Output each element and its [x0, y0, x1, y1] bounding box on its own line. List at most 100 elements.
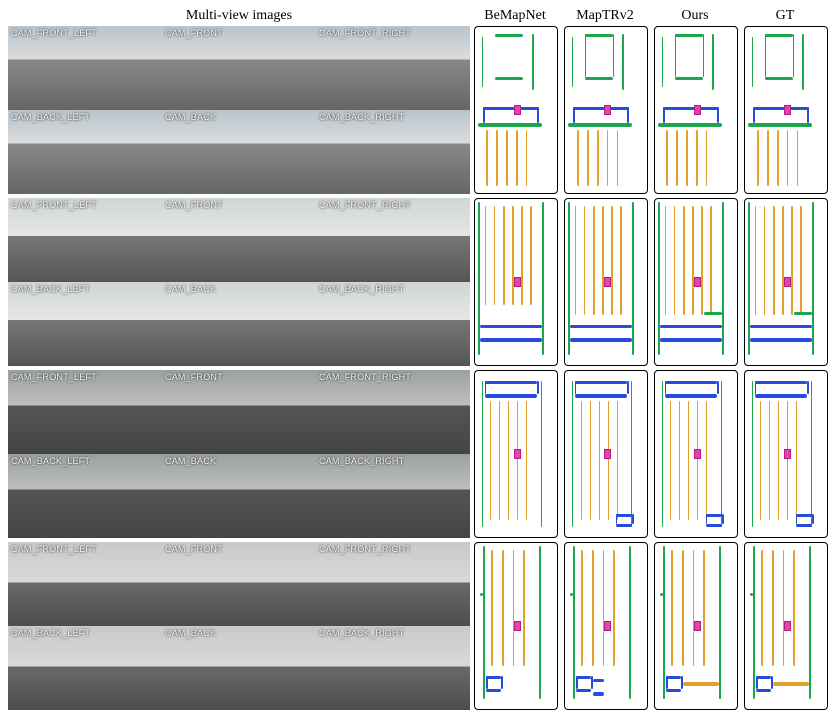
boundary-line: [793, 34, 795, 77]
lane-divider-line: [496, 130, 498, 186]
boundary-line: [809, 546, 811, 699]
ped-crossing-line: [486, 676, 488, 689]
boundary-line: [765, 34, 793, 37]
camera-image-placeholder: [162, 110, 316, 194]
lane-divider-line: [797, 130, 799, 186]
bev-map-ours: [654, 198, 738, 366]
lane-divider-line: [692, 206, 694, 316]
boundary-line: [765, 34, 767, 77]
boundary-line: [532, 34, 534, 90]
lane-divider-line: [666, 130, 668, 186]
map-col-maptrv2: [560, 26, 650, 194]
camera-image-bl: CAM_BACK_LEFT: [8, 282, 162, 366]
lane-divider-line: [577, 130, 579, 186]
lane-divider-line: [769, 401, 771, 521]
ego-vehicle-icon: [784, 449, 791, 459]
ped-crossing-line: [537, 107, 539, 124]
lane-divider-line: [787, 401, 789, 521]
boundary-line: [585, 34, 587, 77]
bev-map-bemapnet: [474, 542, 558, 710]
lane-divider-line: [613, 550, 615, 666]
lane-divider-line: [526, 130, 528, 186]
ped-crossing-line: [593, 692, 604, 695]
lane-divider-line: [611, 206, 613, 316]
lane-divider-line: [597, 130, 599, 186]
lane-divider-line: [760, 401, 762, 521]
lane-divider-line: [679, 401, 681, 521]
ped-crossing-line: [573, 107, 629, 110]
lane-divider-line: [787, 130, 789, 186]
ped-crossing-line: [663, 107, 665, 124]
camera-image-br: CAM_BACK_RIGHT: [316, 110, 470, 194]
ego-vehicle-icon: [784, 277, 791, 287]
ped-crossing-line: [570, 325, 632, 328]
ped-crossing-line: [575, 381, 627, 384]
camera-image-placeholder: [8, 198, 162, 282]
camera-image-br: CAM_BACK_RIGHT: [316, 282, 470, 366]
camera-image-placeholder: [316, 198, 470, 282]
header-ours: Ours: [650, 8, 740, 24]
boundary-line: [539, 546, 541, 699]
map-col-bemapnet: [470, 370, 560, 538]
multiview-block: CAM_FRONT_LEFTCAM_FRONTCAM_FRONT_RIGHTCA…: [8, 26, 470, 194]
header-multiview: Multi-view images: [8, 8, 470, 24]
ped-crossing-line: [666, 676, 668, 689]
map-col-ours: [650, 26, 740, 194]
ped-crossing-line: [812, 514, 814, 524]
map-col-ours: [650, 370, 740, 538]
ped-crossing-line: [756, 676, 771, 679]
ped-crossing-line: [665, 394, 717, 397]
bev-map-bemapnet: [474, 26, 558, 194]
scene-row: CAM_FRONT_LEFTCAM_FRONTCAM_FRONT_RIGHTCA…: [8, 542, 830, 710]
camera-image-fl: CAM_FRONT_LEFT: [8, 542, 162, 626]
camera-label: CAM_FRONT_LEFT: [11, 28, 97, 38]
boundary-line: [712, 34, 714, 90]
ped-crossing-line: [660, 325, 722, 328]
camera-image-f: CAM_FRONT: [162, 542, 316, 626]
boundary-line: [613, 34, 615, 77]
ped-crossing-line: [570, 338, 632, 341]
comparison-figure: Multi-view images BeMapNet MapTRv2 Ours …: [8, 8, 830, 714]
ped-crossing-line: [480, 325, 542, 328]
camera-label: CAM_BACK_RIGHT: [319, 456, 404, 466]
lane-divider-line: [506, 130, 508, 186]
ped-crossing-line: [480, 338, 542, 341]
lane-divider-line: [670, 401, 672, 521]
lane-divider-line: [761, 550, 763, 666]
ped-crossing-line: [665, 381, 717, 384]
camera-image-placeholder: [316, 370, 470, 454]
camera-image-placeholder: [8, 26, 162, 110]
ego-vehicle-icon: [694, 277, 701, 287]
boundary-line: [541, 381, 543, 527]
ped-crossing-line: [750, 338, 812, 341]
ped-crossing-line: [753, 107, 755, 124]
camera-image-f: CAM_FRONT: [162, 198, 316, 282]
camera-label: CAM_BACK_LEFT: [11, 456, 90, 466]
bev-map-gt: [744, 542, 828, 710]
ped-crossing-line: [575, 394, 627, 397]
camera-label: CAM_FRONT: [165, 372, 223, 382]
lane-divider-line: [706, 130, 708, 186]
lane-divider-line: [706, 401, 708, 521]
camera-image-placeholder: [162, 626, 316, 710]
boundary-line: [585, 77, 613, 80]
ped-crossing-line: [576, 676, 578, 689]
ped-crossing-line: [706, 524, 722, 527]
ego-vehicle-icon: [514, 621, 521, 631]
scene-row: CAM_FRONT_LEFTCAM_FRONTCAM_FRONT_RIGHTCA…: [8, 370, 830, 538]
camera-image-placeholder: [8, 370, 162, 454]
bev-map-ours: [654, 26, 738, 194]
lane-divider-line: [499, 401, 501, 521]
boundary-line: [802, 34, 804, 90]
lane-divider-line: [607, 130, 609, 186]
ego-vehicle-icon: [604, 277, 611, 287]
camera-image-placeholder: [162, 454, 316, 538]
bev-map-bemapnet: [474, 370, 558, 538]
ped-crossing-line: [573, 107, 575, 124]
lane-divider-line: [683, 682, 719, 685]
camera-image-br: CAM_BACK_RIGHT: [316, 626, 470, 710]
lane-divider-line: [701, 206, 703, 316]
ped-crossing-line: [663, 107, 719, 110]
camera-label: CAM_BACK_LEFT: [11, 112, 90, 122]
ped-crossing-line: [756, 676, 758, 689]
